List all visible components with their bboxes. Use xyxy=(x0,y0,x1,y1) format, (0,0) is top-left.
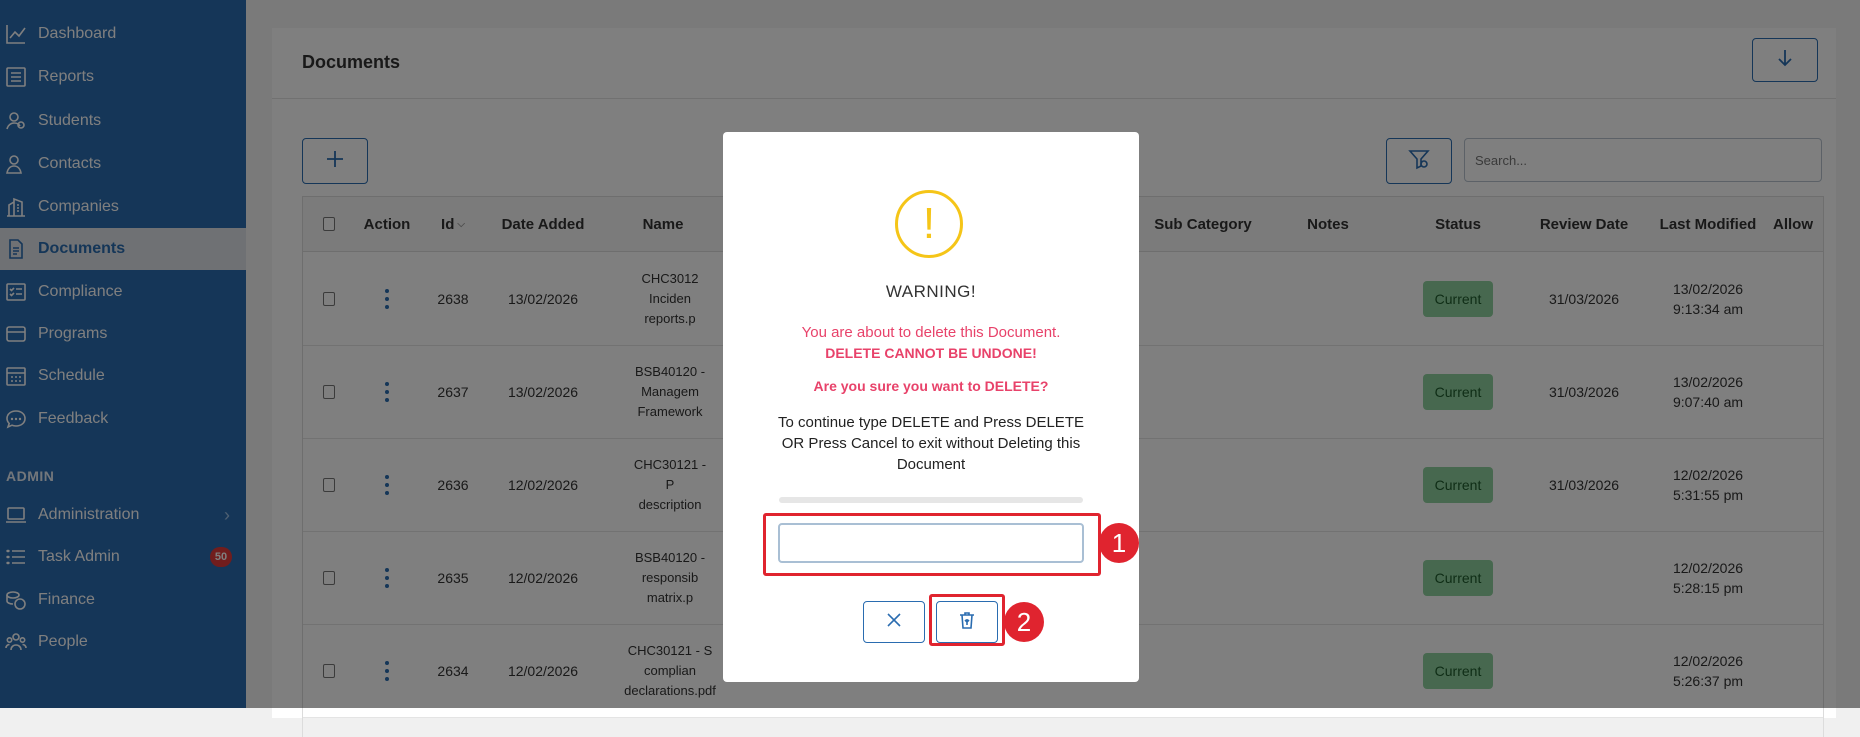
dialog-undo-warning: DELETE CANNOT BE UNDONE! xyxy=(825,345,1037,361)
dialog-scrollbar[interactable] xyxy=(779,497,1083,503)
step-marker-2: 2 xyxy=(1004,602,1044,642)
highlight-box-input xyxy=(763,513,1101,576)
cancel-button[interactable] xyxy=(863,601,925,643)
highlight-box-delete xyxy=(929,594,1005,646)
step-marker-1: 1 xyxy=(1099,523,1139,563)
warning-icon: ! xyxy=(895,190,963,258)
dialog-instructions: To continue type DELETE and Press DELETE… xyxy=(778,414,1084,473)
dialog-title: WARNING! xyxy=(885,282,977,301)
dialog-warning-message: You are about to delete this Document. xyxy=(801,324,1061,341)
close-icon xyxy=(885,611,903,634)
dialog-confirm-question: Are you sure you want to DELETE? xyxy=(813,378,1049,394)
